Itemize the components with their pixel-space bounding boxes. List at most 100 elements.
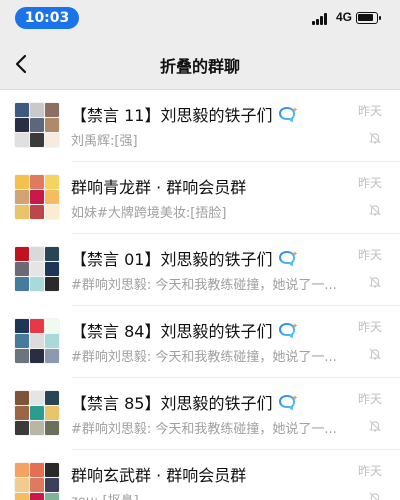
avatar-tile <box>45 421 59 435</box>
avatar-tile <box>45 391 59 405</box>
avatar-tile <box>30 334 44 348</box>
group-avatar <box>14 462 60 500</box>
avatar-tile <box>30 175 44 189</box>
chat-row[interactable]: 群响玄武群 · 群响会员群 zou: [抠鼻] 昨天 <box>0 450 400 500</box>
avatar-tile <box>15 103 29 117</box>
mute-bell-icon <box>368 490 382 500</box>
chat-row[interactable]: 【禁言 85】刘思毅的铁子们 #群响刘思毅: 今天和我教练碰撞，她说了一... 昨天 <box>0 378 400 450</box>
avatar-tile <box>15 406 29 420</box>
avatar-tile <box>30 277 44 291</box>
avatar-tile <box>15 349 29 363</box>
mute-bell-icon <box>368 346 382 360</box>
avatar-tile <box>15 118 29 132</box>
avatar-tile <box>45 247 59 261</box>
chat-time: 昨天 <box>357 248 382 262</box>
chat-row[interactable]: 【禁言 84】刘思毅的铁子们 #群响刘思毅: 今天和我教练碰撞，她说了一... 昨天 <box>0 306 400 378</box>
chat-list: 【禁言 11】刘思毅的铁子们 刘禹辉:[强] 昨天 群响青龙群 · 群响会员群 如妹#大… <box>0 90 400 500</box>
ai-bubble-icon <box>278 322 298 340</box>
avatar-tile <box>15 262 29 276</box>
avatar-tile <box>45 205 59 219</box>
signal-icon <box>312 13 332 25</box>
group-avatar <box>14 174 60 220</box>
avatar-tile <box>45 478 59 492</box>
avatar-tile <box>15 421 29 435</box>
avatar-tile <box>45 133 59 147</box>
avatar-tile <box>30 478 44 492</box>
avatar-tile <box>30 262 44 276</box>
page-title: 折叠的群聊 <box>159 57 240 76</box>
chat-row[interactable]: 【禁言 11】刘思毅的铁子们 刘禹辉:[强] 昨天 <box>0 90 400 162</box>
chat-row[interactable]: 群响青龙群 · 群响会员群如妹#大牌跨境美妆:[捂脸] 昨天 <box>0 162 400 234</box>
chat-time: 昨天 <box>357 464 382 478</box>
avatar-tile <box>45 463 59 477</box>
avatar-tile <box>45 277 59 291</box>
chat-row[interactable]: 【禁言 01】刘思毅的铁子们 #群响刘思毅: 今天和我教练碰撞，她说了一... 昨天 <box>0 234 400 306</box>
mute-bell-icon <box>368 202 382 216</box>
avatar-tile <box>30 391 44 405</box>
avatar-tile <box>45 349 59 363</box>
avatar-tile <box>15 391 29 405</box>
chat-name: 【禁言 11】刘思毅的铁子们 <box>71 102 298 126</box>
group-avatar <box>14 102 60 148</box>
ai-bubble-icon <box>278 106 298 124</box>
avatar-tile <box>15 205 29 219</box>
chat-time: 昨天 <box>357 392 382 406</box>
chat-name-text: 群响青龙群 · 群响会员群 <box>71 178 247 197</box>
avatar-tile <box>30 493 44 500</box>
chat-preview: zou: [抠鼻] <box>71 490 356 500</box>
status-bar: 10:03 4G <box>0 0 400 38</box>
chat-name: 群响青龙群 · 群响会员群 <box>71 174 246 198</box>
avatar-tile <box>30 118 44 132</box>
avatar-tile <box>30 463 44 477</box>
ai-bubble-icon <box>278 250 298 268</box>
avatar-tile <box>15 334 29 348</box>
avatar-tile <box>15 133 29 147</box>
avatar-tile <box>30 190 44 204</box>
avatar-tile <box>15 463 29 477</box>
chat-name: 【禁言 84】刘思毅的铁子们 <box>71 318 298 342</box>
chat-preview: #群响刘思毅: 今天和我教练碰撞，她说了一... <box>71 350 337 365</box>
chat-name-text: 【禁言 84】刘思毅的铁子们 <box>71 322 273 341</box>
status-time: 10:03 <box>15 7 79 29</box>
chat-preview: 如妹#大牌跨境美妆:[捂脸] <box>71 206 227 221</box>
group-avatar <box>14 390 60 436</box>
avatar-tile <box>30 406 44 420</box>
chat-name-text: 【禁言 11】刘思毅的铁子们 <box>71 106 273 125</box>
avatar-tile <box>45 103 59 117</box>
avatar-tile <box>15 478 29 492</box>
chat-name-text: 【禁言 85】刘思毅的铁子们 <box>71 394 273 413</box>
network-label: 4G <box>336 10 353 24</box>
chat-preview: #群响刘思毅: 今天和我教练碰撞，她说了一... <box>71 422 337 437</box>
avatar-tile <box>15 319 29 333</box>
group-avatar <box>14 318 60 364</box>
chat-time: 昨天 <box>357 176 382 190</box>
chat-name-text: 【禁言 01】刘思毅的铁子们 <box>71 250 273 269</box>
avatar-tile <box>30 349 44 363</box>
avatar-tile <box>15 493 29 500</box>
avatar-tile <box>45 493 59 500</box>
avatar-tile <box>45 334 59 348</box>
avatar-tile <box>45 175 59 189</box>
avatar-tile <box>30 421 44 435</box>
avatar-tile <box>15 175 29 189</box>
chat-name: 【禁言 85】刘思毅的铁子们 <box>71 390 298 414</box>
nav-bar: 折叠的群聊 <box>0 38 400 90</box>
chat-name: 【禁言 01】刘思毅的铁子们 <box>71 246 298 270</box>
chat-time: 昨天 <box>357 320 382 334</box>
avatar-tile <box>30 205 44 219</box>
avatar-tile <box>30 319 44 333</box>
chat-preview: 刘禹辉:[强] <box>71 134 138 149</box>
avatar-tile <box>15 247 29 261</box>
avatar-tile <box>45 262 59 276</box>
avatar-tile <box>45 190 59 204</box>
mute-bell-icon <box>368 418 382 432</box>
mute-bell-icon <box>368 274 382 288</box>
ai-bubble-icon <box>278 394 298 412</box>
avatar-tile <box>45 319 59 333</box>
avatar-tile <box>30 103 44 117</box>
avatar-tile <box>15 277 29 291</box>
chat-preview: #群响刘思毅: 今天和我教练碰撞，她说了一... <box>71 278 337 293</box>
avatar-tile <box>45 406 59 420</box>
chat-name-text: 群响玄武群 · 群响会员群 <box>71 466 247 485</box>
avatar-tile <box>45 118 59 132</box>
